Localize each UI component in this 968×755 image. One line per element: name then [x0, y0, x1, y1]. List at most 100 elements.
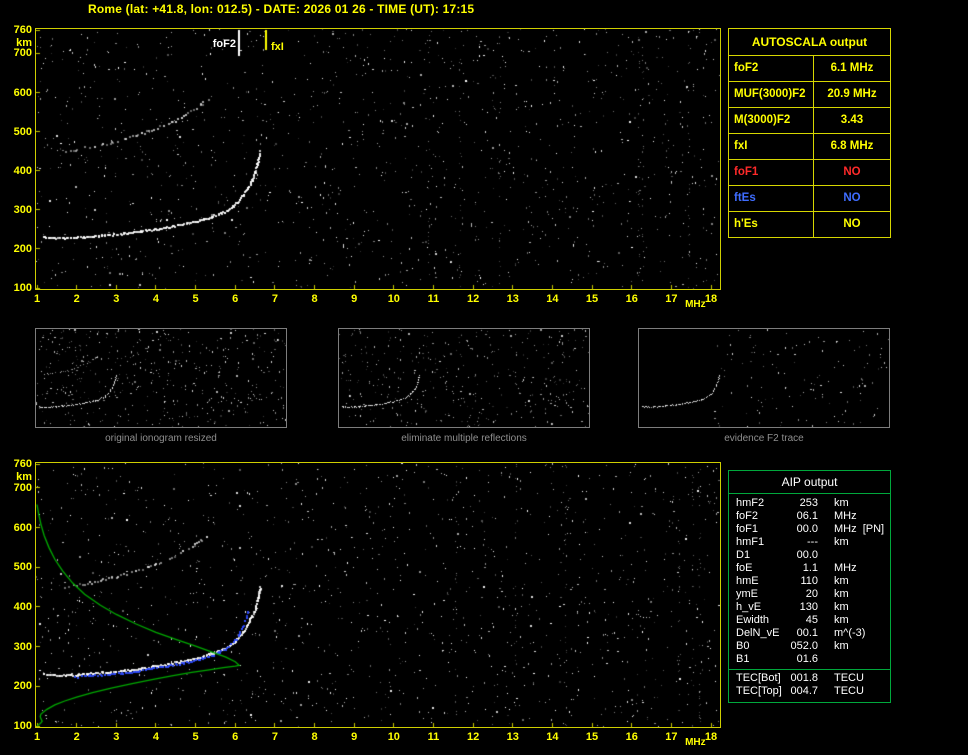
aip-row-TEC[Bot]: TEC[Bot] 001.8 TECU — [729, 672, 890, 685]
autoscala-row-foF2: foF2 6.1 MHz — [729, 55, 890, 81]
x-tick-label-bottom: 11 — [427, 731, 440, 743]
x-tick-label-top: 3 — [113, 293, 120, 305]
aip-param-unit: km — [834, 588, 849, 600]
x-tick-label-top: 15 — [585, 293, 599, 305]
aip-param-label: TEC[Top] — [736, 685, 782, 697]
aip-param-unit: km — [834, 614, 849, 626]
aip-param-unit: m^(-3) — [834, 627, 866, 639]
aip-param-value: 00.0 — [796, 549, 818, 561]
aip-table-rows: hmF2 253 km foF2 06.1 MHz foF1 00.0 MHz [PN] hmF1… — [729, 494, 890, 666]
aip-row-TEC[Top]: TEC[Top] 004.7 TECU — [729, 685, 890, 698]
aip-param-value: 052.0 — [790, 640, 818, 652]
aip-param-value: 45 — [805, 614, 818, 626]
aip-param-label: B1 — [736, 653, 750, 665]
x-tick-label-bottom: 12 — [466, 731, 480, 743]
aip-row-hmE: hmE 110 km — [729, 575, 890, 588]
aip-param-label: foE — [736, 562, 753, 574]
aip-row-Ewidth: Ewidth 45 km — [729, 614, 890, 627]
autoscala-param-label: fxI — [729, 134, 814, 159]
autoscala-param-label: M(3000)F2 — [729, 108, 814, 133]
x-tick-label-bottom: 4 — [152, 731, 159, 743]
x-tick-label-top: 13 — [506, 293, 519, 305]
x-tick-label-bottom: 16 — [625, 731, 638, 743]
aip-param-unit: MHz [PN] — [834, 523, 885, 535]
x-tick-label-top: 12 — [466, 293, 480, 305]
autoscala-table-rows: foF2 6.1 MHz MUF(3000)F2 20.9 MHz M(3000)F2 3… — [729, 55, 890, 237]
autoscala-screen: { "title": "Rome (lat: +41.8, lon: 012.5… — [0, 0, 968, 755]
x-tick-label-bottom: 15 — [585, 731, 599, 743]
autoscala-param-label: foF1 — [729, 160, 814, 185]
aip-row-foF2: foF2 06.1 MHz — [729, 510, 890, 523]
aip-param-unit: TECU — [834, 672, 864, 684]
aip-row-DelN_vE: DelN_vE 00.1 m^(-3) — [729, 627, 890, 640]
thumbnail-original-ionogram — [35, 328, 287, 428]
aip-tec-separator — [729, 669, 890, 670]
aip-param-value: --- — [807, 536, 818, 548]
aip-param-value: 00.0 — [796, 523, 818, 535]
aip-param-unit — [818, 549, 834, 562]
fof2-marker-label: foF2 — [212, 38, 236, 50]
aip-row-hmF2: hmF2 253 km — [729, 497, 890, 510]
aip-row-foE: foE 1.1 MHz — [729, 562, 890, 575]
autoscala-row-ftEs: ftEs NO — [729, 185, 890, 211]
aip-param-value: 110 — [800, 575, 818, 587]
y-tick-label-top: 400 — [13, 164, 32, 177]
x-tick-label-top: 16 — [625, 293, 638, 305]
autoscala-param-value: 6.1 MHz — [830, 62, 874, 74]
x-tick-label-bottom: 9 — [351, 731, 358, 743]
y-tick-label-bottom: 200 — [13, 680, 32, 693]
bottom-ionogram-plot — [35, 462, 721, 728]
aip-output-table: AIP output hmF2 253 km foF2 06.1 MHz foF1 00.0 M… — [728, 470, 891, 703]
aip-param-label: D1 — [736, 549, 751, 561]
x-tick-label-bottom: 8 — [311, 731, 318, 743]
autoscala-row-foF1: foF1 NO — [729, 159, 890, 185]
autoscala-param-value: NO — [843, 218, 861, 230]
autoscala-row-M(3000)F2: M(3000)F2 3.43 — [729, 107, 890, 133]
autoscala-row-fxI: fxI 6.8 MHz — [729, 133, 890, 159]
x-tick-label-bottom: 1 — [33, 731, 41, 743]
autoscala-table-header: AUTOSCALA output — [751, 35, 868, 49]
y-axis-unit-top: km — [16, 37, 32, 49]
x-tick-label-top: 4 — [152, 293, 159, 305]
x-tick-label-bottom: 14 — [546, 731, 559, 743]
x-tick-label-top: 11 — [427, 293, 440, 305]
x-tick-label-top: 8 — [311, 293, 318, 305]
aip-param-label: B0 — [736, 640, 750, 652]
aip-row-B0: B0 052.0 km — [729, 640, 890, 653]
aip-param-label: DelN_vE — [736, 627, 780, 639]
aip-param-unit: km — [834, 575, 849, 587]
aip-param-unit: TECU — [834, 685, 864, 697]
aip-param-value: 00.1 — [796, 627, 818, 639]
aip-param-label: foF1 — [736, 523, 759, 535]
autoscala-param-label: h'Es — [729, 212, 814, 237]
aip-row-hmF1: hmF1 --- km — [729, 536, 890, 549]
autoscala-param-value: NO — [843, 192, 861, 204]
aip-param-unit — [818, 653, 834, 666]
thumbnail-caption-no-multiples: eliminate multiple reflections — [401, 433, 527, 444]
thumbnail-caption-f2-trace: evidence F2 trace — [724, 433, 804, 444]
thumbnail-no-multiples-canvas — [339, 329, 589, 427]
x-axis-unit-top: MHz — [685, 299, 706, 310]
autoscala-row-h'Es: h'Es NO — [729, 211, 890, 237]
aip-param-label: Ewidth — [736, 614, 770, 626]
thumbnail-no-multiples — [338, 328, 590, 428]
x-tick-label-top: 10 — [387, 293, 400, 305]
aip-param-value: 20 — [805, 588, 818, 600]
y-tick-label-top: 500 — [13, 125, 32, 138]
aip-param-label: h_vE — [736, 601, 762, 613]
autoscala-param-value: 6.8 MHz — [830, 140, 874, 152]
x-tick-label-top: 6 — [232, 293, 239, 305]
aip-param-label: hmF1 — [736, 536, 765, 548]
y-tick-label-top: 600 — [13, 86, 32, 99]
y-tick-label-bottom: 500 — [13, 561, 32, 574]
x-tick-label-bottom: 3 — [113, 731, 120, 743]
y-tick-label-top: 300 — [13, 203, 32, 216]
aip-table-header: AIP output — [729, 471, 890, 494]
aip-param-label: hmF2 — [736, 497, 765, 509]
aip-param-value: 130 — [799, 601, 818, 613]
top-ionogram-canvas — [36, 29, 720, 289]
aip-param-unit: km — [834, 536, 849, 548]
station-date-title: Rome (lat: +41.8, lon: 012.5) - DATE: 20… — [88, 2, 475, 16]
aip-param-label: foF2 — [736, 510, 759, 522]
aip-param-label: ymE — [736, 588, 758, 600]
